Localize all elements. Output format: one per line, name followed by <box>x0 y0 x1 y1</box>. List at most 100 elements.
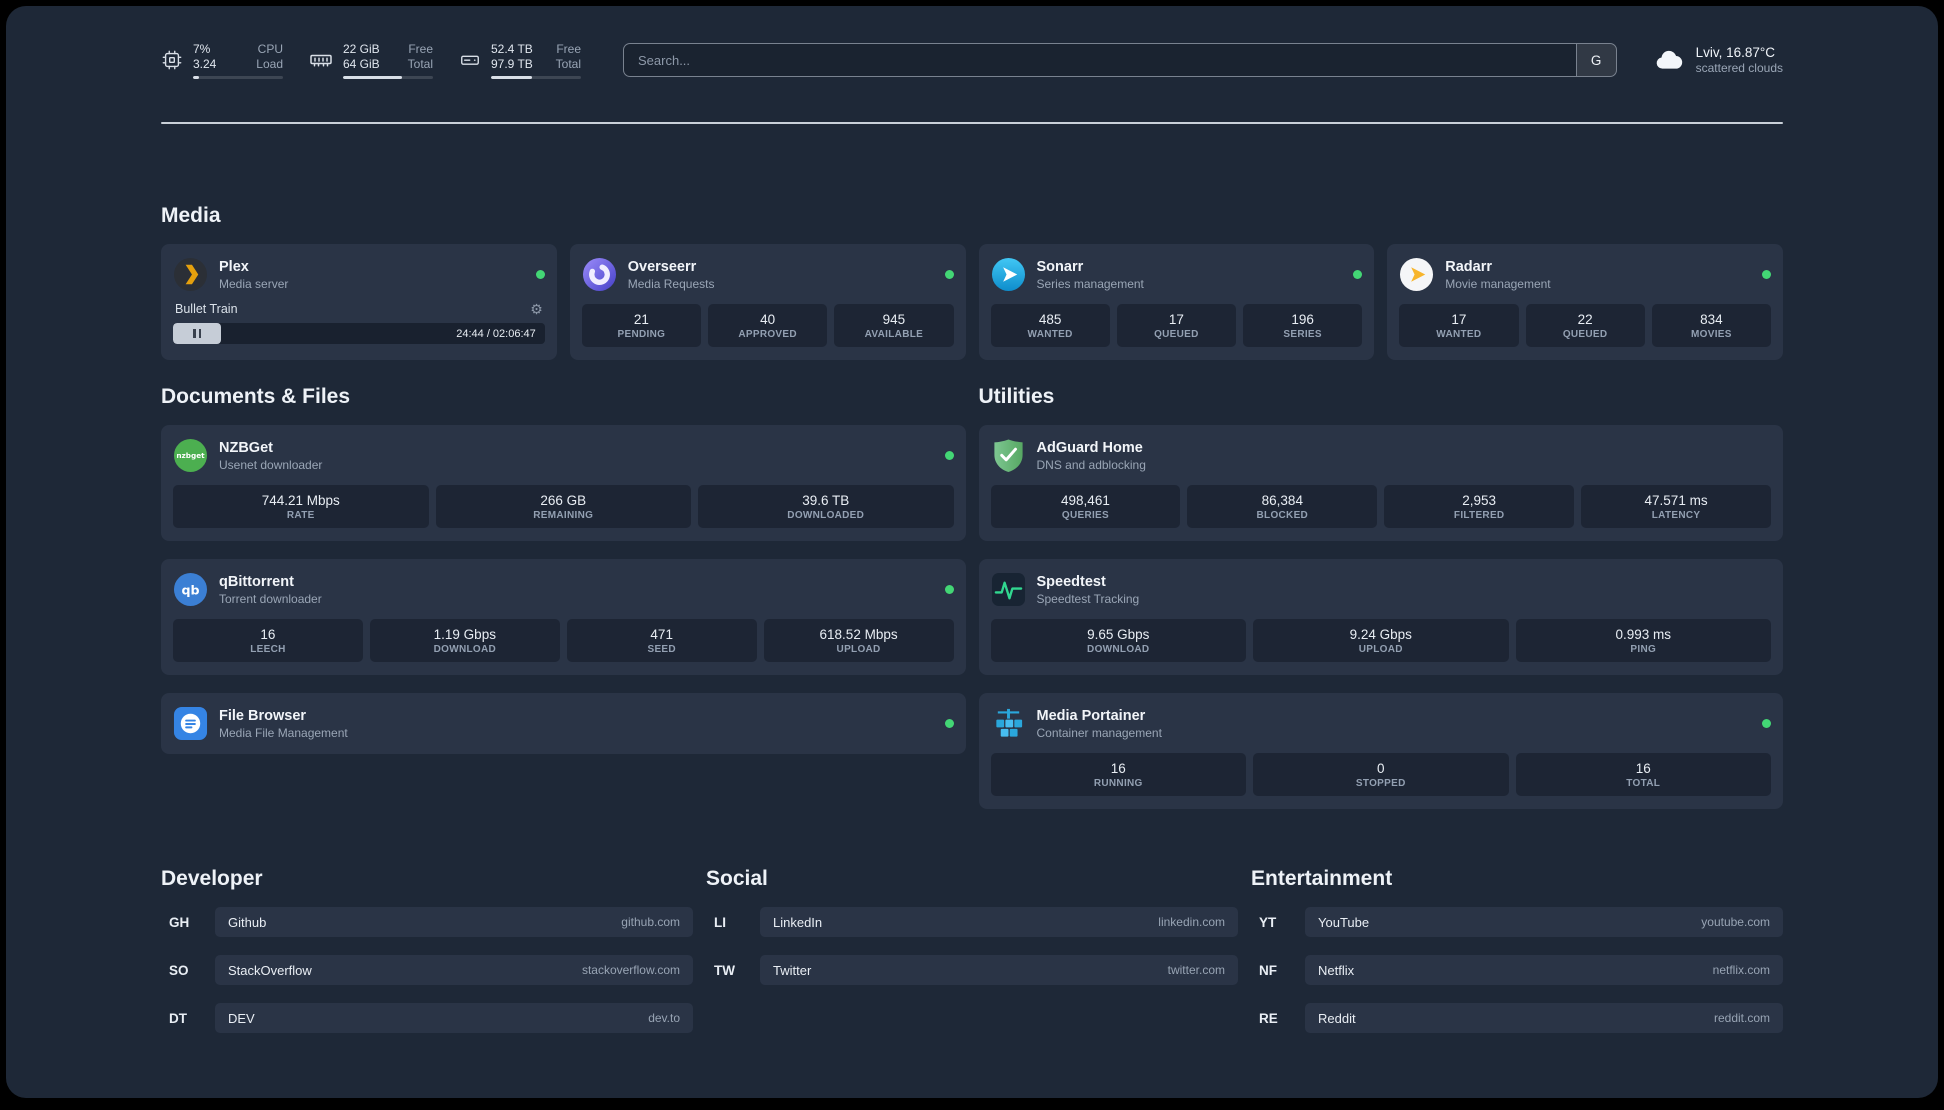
stat-box: 21 PENDING <box>581 304 701 347</box>
service-desc: Media server <box>219 276 289 291</box>
stat-box: 471 SEED <box>566 619 757 662</box>
stat-box: 498,461 QUERIES <box>990 485 1181 528</box>
section-title-documents: Documents & Files <box>161 385 351 408</box>
bookmark-link-linkedin[interactable]: LinkedIn linkedin.com <box>760 907 1238 937</box>
svg-text:qb: qb <box>181 582 199 597</box>
search-input[interactable] <box>624 44 1576 76</box>
bookmark-group-developer: Developer GH Github github.com SO StackO… <box>161 867 693 1033</box>
service-card-overseerr[interactable]: Overseerr Media Requests 21 PENDING 40 A… <box>569 244 966 360</box>
playback-progress-bar[interactable]: 24:44 / 02:06:47 <box>173 323 545 344</box>
playback-time: 24:44 / 02:06:47 <box>456 327 536 340</box>
search-provider-button[interactable]: G <box>1575 44 1616 76</box>
service-card-portainer[interactable]: Media Portainer Container management 16 … <box>978 693 1783 809</box>
stat-box: 16 TOTAL <box>1515 753 1771 796</box>
service-card-speedtest[interactable]: Speedtest Speedtest Tracking 9.65 Gbps D… <box>978 559 1783 675</box>
status-dot <box>535 270 545 279</box>
bookmark-abbr: RE <box>1259 1010 1278 1026</box>
disk-free-value: 52.4 TB <box>491 41 533 56</box>
service-name: Plex <box>219 258 249 275</box>
bookmark-group-social: Social LI LinkedIn linkedin.com TW Twitt… <box>706 867 1238 985</box>
service-desc: Media File Management <box>219 725 348 740</box>
stat-box: 47.571 ms LATENCY <box>1581 485 1771 528</box>
cpu-widget: 7% 3.24 CPU Load <box>161 42 283 79</box>
disk-usage-bar <box>491 75 581 79</box>
nzbget-icon: nzbget <box>173 438 208 473</box>
service-desc: Container management <box>1036 725 1162 740</box>
status-dot <box>1353 270 1363 279</box>
status-dot <box>944 719 954 728</box>
service-name: File Browser <box>219 707 307 724</box>
service-name: qBittorrent <box>219 573 294 590</box>
bookmark-link-youtube[interactable]: YouTube youtube.com <box>1305 907 1783 937</box>
cpu-usage-bar <box>193 75 283 79</box>
memory-total-value: 64 GiB <box>343 56 380 71</box>
stat-box: 485 WANTED <box>990 304 1110 347</box>
bookmark-abbr: GH <box>169 914 190 930</box>
bookmark-row: DT DEV dev.to <box>161 1003 693 1033</box>
stat-box: 39.6 TB DOWNLOADED <box>698 485 954 528</box>
radarr-icon <box>1399 257 1434 292</box>
service-card-plex[interactable]: Plex Media server Bullet Train ⚙ 24:44 /… <box>161 244 557 360</box>
service-card-qbittorrent[interactable]: qb qBittorrent Torrent downloader 16 LEE… <box>161 559 966 675</box>
section-media: Media Plex Media server Bullet Train ⚙ 2… <box>161 204 1783 360</box>
bookmark-abbr: YT <box>1259 914 1277 930</box>
stat-box: 17 WANTED <box>1399 304 1519 347</box>
service-name: Speedtest <box>1036 573 1106 590</box>
service-desc: Torrent downloader <box>219 591 322 606</box>
bookmark-link-netflix[interactable]: Netflix netflix.com <box>1305 955 1783 985</box>
pause-button[interactable] <box>173 323 222 344</box>
dashboard-content: 7% 3.24 CPU Load 22 GiB 64 GiB Free Tota… <box>161 6 1783 1073</box>
bookmark-abbr: SO <box>169 962 189 978</box>
memory-free-value: 22 GiB <box>343 41 380 56</box>
memory-usage-bar <box>343 75 433 79</box>
cpu-usage-label: CPU <box>257 41 283 56</box>
service-card-sonarr[interactable]: Sonarr Series management 485 WANTED 17 Q… <box>978 244 1375 360</box>
service-card-radarr[interactable]: Radarr Movie management 17 WANTED 22 QUE… <box>1387 244 1783 360</box>
service-name: Overseerr <box>627 258 697 275</box>
stat-box: 0.993 ms PING <box>1515 619 1771 662</box>
search-bar: G <box>623 43 1617 77</box>
service-desc: DNS and adblocking <box>1036 457 1146 472</box>
gear-icon[interactable]: ⚙ <box>530 302 543 316</box>
dashboard-page: 7% 3.24 CPU Load 22 GiB 64 GiB Free Tota… <box>6 6 1938 1098</box>
memory-free-label: Free <box>408 41 433 56</box>
cpu-icon <box>161 49 183 71</box>
bookmark-link-reddit[interactable]: Reddit reddit.com <box>1305 1003 1783 1033</box>
status-dot <box>944 270 954 279</box>
service-name: Sonarr <box>1036 258 1084 275</box>
bookmark-row: YT YouTube youtube.com <box>1251 907 1783 937</box>
sonarr-icon <box>991 257 1026 292</box>
plex-icon <box>173 257 208 292</box>
stat-box: 2,953 FILTERED <box>1384 485 1575 528</box>
bookmark-link-github[interactable]: Github github.com <box>215 907 693 937</box>
service-card-adguard[interactable]: AdGuard Home DNS and adblocking 498,461 … <box>978 425 1783 541</box>
status-dot <box>944 585 954 594</box>
bookmark-link-stackoverflow[interactable]: StackOverflow stackoverflow.com <box>215 955 693 985</box>
stat-box: 16 RUNNING <box>990 753 1246 796</box>
memory-icon <box>309 48 333 72</box>
service-card-nzbget[interactable]: nzbget NZBGet Usenet downloader 744.21 M… <box>161 425 966 541</box>
section-title-utilities: Utilities <box>978 385 1055 408</box>
svg-text:nzbget: nzbget <box>176 451 205 460</box>
section-title-media: Media <box>161 204 221 227</box>
bookmark-link-twitter[interactable]: Twitter twitter.com <box>760 955 1238 985</box>
disk-widget: 52.4 TB 97.9 TB Free Total <box>459 42 581 79</box>
header-divider <box>161 122 1783 124</box>
stat-box: 744.21 Mbps RATE <box>173 485 429 528</box>
stat-box: 22 QUEUED <box>1525 304 1645 347</box>
stat-box: 945 AVAILABLE <box>834 304 954 347</box>
stat-box: 266 GB REMAINING <box>435 485 691 528</box>
service-desc: Series management <box>1036 276 1144 291</box>
stat-box: 16 LEECH <box>173 619 363 662</box>
bookmark-link-dev[interactable]: DEV dev.to <box>215 1003 693 1033</box>
stat-box: 86,384 BLOCKED <box>1187 485 1378 528</box>
bookmark-group-entertainment: Entertainment YT YouTube youtube.com NF … <box>1251 867 1783 1033</box>
service-card-filebrowser[interactable]: File Browser Media File Management <box>161 693 966 754</box>
stat-box: 9.65 Gbps DOWNLOAD <box>990 619 1246 662</box>
cpu-load-label: Load <box>256 56 283 71</box>
status-dot <box>1762 270 1771 279</box>
service-desc: Media Requests <box>627 276 715 291</box>
bookmark-group-title: Developer <box>161 867 263 890</box>
bookmark-row: TW Twitter twitter.com <box>706 955 1238 985</box>
service-desc: Movie management <box>1445 276 1551 291</box>
